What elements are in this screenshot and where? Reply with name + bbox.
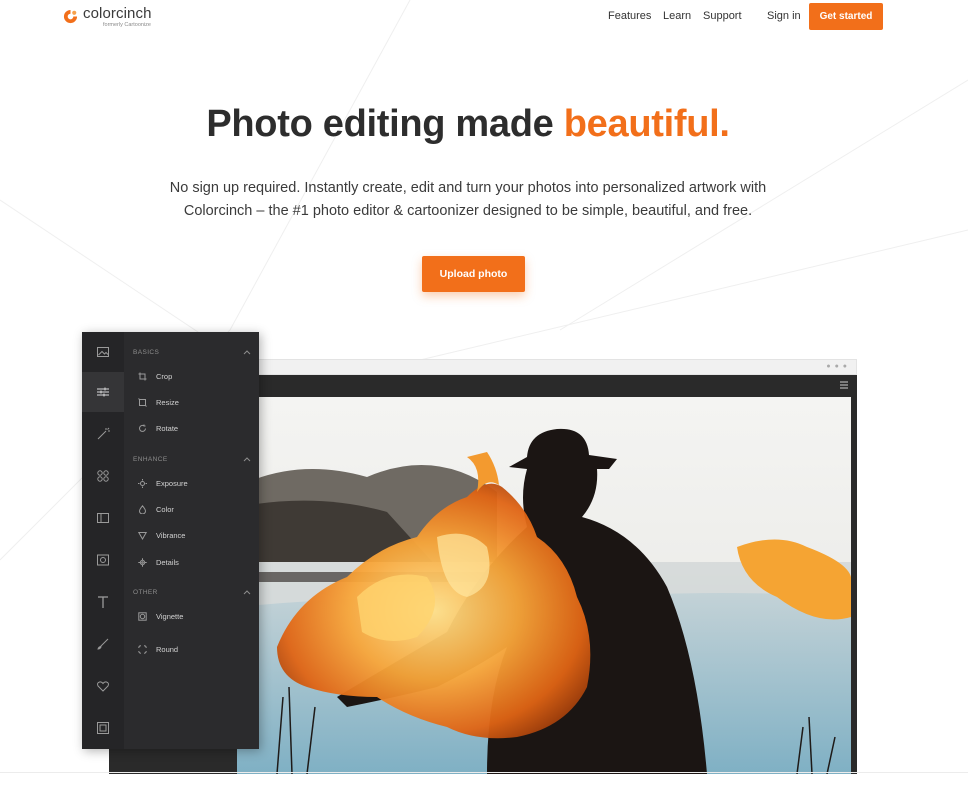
nav-support[interactable]: Support <box>703 10 742 22</box>
section-enhance-title: ENHANCE <box>133 456 168 463</box>
nav-features[interactable]: Features <box>608 10 651 22</box>
chevron-up-icon[interactable] <box>243 349 251 355</box>
tool-round-label: Round <box>156 645 179 654</box>
chevron-up-icon[interactable] <box>243 589 251 595</box>
logo-subtitle: formerly Cartoonize <box>103 22 151 28</box>
rail-effects-button[interactable] <box>82 414 124 454</box>
tool-vibrance-label: Vibrance <box>156 531 186 540</box>
tool-icon-rail <box>82 332 124 749</box>
tool-color[interactable]: Color <box>138 505 174 514</box>
rail-adjust-button[interactable] <box>82 372 124 412</box>
rail-camera-button[interactable] <box>82 540 124 580</box>
tool-crop-label: Crop <box>156 372 173 381</box>
site-header: colorcinch formerly Cartoonize Features … <box>0 0 968 34</box>
photo-canvas[interactable] <box>237 397 851 774</box>
details-icon <box>138 558 147 567</box>
chevron-up-icon[interactable] <box>243 456 251 462</box>
upload-photo-button[interactable]: Upload photo <box>422 256 525 292</box>
section-divider <box>0 772 968 773</box>
tool-rotate[interactable]: Rotate <box>138 424 178 433</box>
tool-color-label: Color <box>156 505 174 514</box>
hero-title: Photo editing made beautiful. <box>0 103 936 146</box>
tool-round[interactable]: Round <box>138 645 178 654</box>
tool-list: BASICS Crop Resize Rotate ENHANCE Exposu… <box>124 332 259 749</box>
tool-exposure[interactable]: Exposure <box>138 479 188 488</box>
heart-icon <box>97 681 109 692</box>
hero-description: No sign up required. Instantly create, e… <box>169 180 767 219</box>
hero-title-main: Photo editing made <box>206 103 564 145</box>
hero-title-accent: beautiful. <box>563 103 730 145</box>
image-icon <box>97 347 109 357</box>
sliders-icon <box>97 387 109 397</box>
menu-icon[interactable] <box>839 380 849 390</box>
colorcinch-logo-icon <box>63 9 78 24</box>
tool-exposure-label: Exposure <box>156 479 188 488</box>
camera-icon <box>97 554 109 566</box>
vignette-icon <box>138 612 147 621</box>
tool-vibrance[interactable]: Vibrance <box>138 531 185 540</box>
section-other-title: OTHER <box>133 589 158 596</box>
get-started-button[interactable]: Get started <box>809 3 883 30</box>
tool-details[interactable]: Details <box>138 558 179 567</box>
tool-vignette-label: Vignette <box>156 612 184 621</box>
resize-icon <box>138 398 147 407</box>
tool-details-label: Details <box>156 558 179 567</box>
nav-learn[interactable]: Learn <box>663 10 691 22</box>
logo[interactable]: colorcinch formerly Cartoonize <box>63 6 152 29</box>
frame-icon <box>97 722 109 734</box>
vibrance-icon <box>138 532 147 540</box>
tool-resize-label: Resize <box>156 398 179 407</box>
logo-name: colorcinch <box>83 5 152 22</box>
text-icon <box>98 596 108 608</box>
tool-crop[interactable]: Crop <box>138 372 172 381</box>
rail-favorites-button[interactable] <box>82 666 124 706</box>
rail-text-button[interactable] <box>82 582 124 622</box>
tool-rotate-label: Rotate <box>156 424 179 433</box>
section-basics-title: BASICS <box>133 349 160 356</box>
rotate-icon <box>139 424 146 432</box>
color-icon <box>138 505 147 514</box>
window-dots-icon: ● ● ● <box>826 363 848 370</box>
crop-icon <box>138 372 147 381</box>
nav-sign-in[interactable]: Sign in <box>767 10 801 22</box>
magic-wand-icon <box>97 427 110 440</box>
layout-icon <box>97 513 109 523</box>
tool-vignette[interactable]: Vignette <box>138 612 183 621</box>
rail-image-button[interactable] <box>82 332 124 372</box>
round-icon <box>138 645 147 654</box>
rail-frames-button[interactable] <box>82 708 124 748</box>
brush-icon <box>97 638 109 650</box>
tool-resize[interactable]: Resize <box>138 398 179 407</box>
rail-layout-button[interactable] <box>82 498 124 538</box>
editor-side-panel: BASICS Crop Resize Rotate ENHANCE Exposu… <box>82 332 259 749</box>
edited-photo <box>237 397 851 774</box>
grid-icon <box>97 470 109 482</box>
rail-draw-button[interactable] <box>82 624 124 664</box>
rail-overlays-button[interactable] <box>82 456 124 496</box>
exposure-icon <box>138 479 147 488</box>
